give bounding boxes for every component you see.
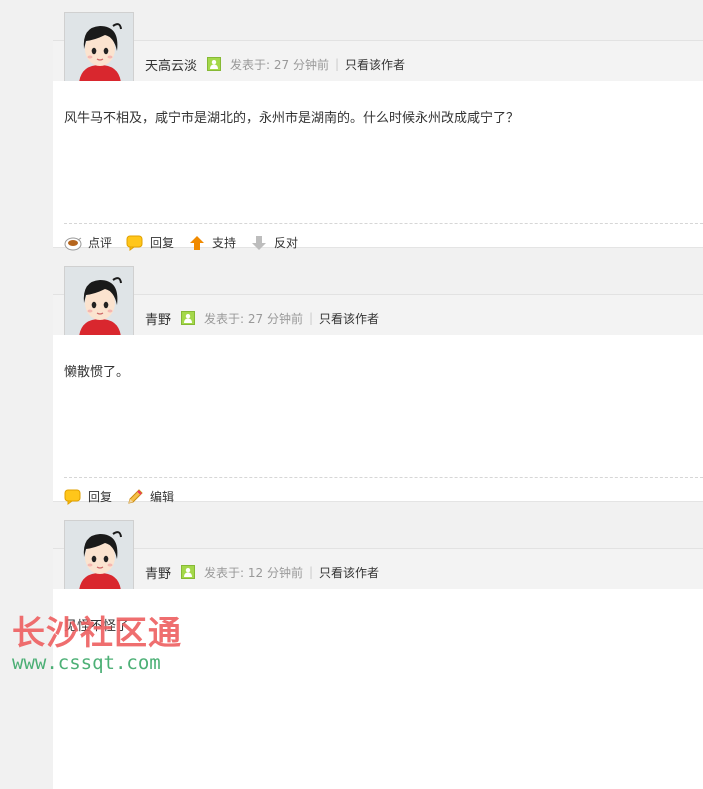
reply-button[interactable]: 回复 — [64, 488, 112, 505]
user-online-icon — [181, 311, 196, 325]
only-author-link[interactable]: 只看该作者 — [319, 564, 379, 581]
edit-button[interactable]: 编辑 — [126, 488, 174, 505]
support-label: 支持 — [212, 236, 237, 250]
oppose-button[interactable]: 反对 — [250, 234, 298, 251]
user-online-icon — [207, 57, 222, 71]
oppose-down-icon — [250, 235, 268, 251]
edit-label: 编辑 — [150, 490, 175, 504]
reply-icon — [126, 235, 144, 251]
author-name[interactable]: 青野 — [145, 563, 171, 582]
meta-separator: | — [334, 57, 340, 71]
avatar[interactable] — [64, 12, 134, 82]
comment-button[interactable]: 点评 — [64, 234, 112, 251]
avatar[interactable] — [64, 520, 134, 590]
reply-label: 回复 — [150, 236, 175, 250]
reply-label: 回复 — [88, 490, 113, 504]
post-actions: 回复 编辑 — [64, 488, 188, 505]
support-up-icon — [188, 235, 206, 251]
user-online-icon — [181, 565, 196, 579]
comment-label: 点评 — [88, 236, 113, 250]
meta-separator: | — [308, 311, 314, 325]
post-body: 懒散惯了。 回复 编辑 — [53, 335, 703, 505]
watermark-title: 长沙社区通 — [12, 613, 182, 652]
oppose-label: 反对 — [274, 236, 299, 250]
post-body: 风牛马不相及，咸宁市是湖北的，永州市是湖南的。什么时候永州改成咸宁了？ 点评 回… — [53, 81, 703, 251]
comment-icon — [64, 235, 82, 251]
site-watermark: 长沙社区通 www.cssqt.com — [12, 614, 222, 680]
support-button[interactable]: 支持 — [188, 234, 236, 251]
only-author-link[interactable]: 只看该作者 — [319, 310, 379, 327]
reply-button[interactable]: 回复 — [126, 234, 174, 251]
only-author-link[interactable]: 只看该作者 — [345, 56, 405, 73]
author-name[interactable]: 天高云淡 — [145, 55, 197, 74]
action-divider — [64, 223, 703, 224]
post-meta: 天高云淡 发表于: 27 分钟前 | 只看该作者 — [145, 55, 405, 74]
avatar[interactable] — [64, 266, 134, 336]
post-time: 发表于: 27 分钟前 — [230, 57, 329, 72]
post-content: 懒散惯了。 — [64, 365, 130, 380]
edit-pencil-icon — [126, 488, 144, 505]
action-divider — [64, 477, 703, 478]
author-name[interactable]: 青野 — [145, 309, 171, 328]
watermark-url: www.cssqt.com — [12, 652, 161, 674]
post-time: 发表于: 27 分钟前 — [204, 311, 303, 326]
post-meta: 青野 发表于: 12 分钟前 | 只看该作者 — [145, 563, 379, 582]
meta-separator: | — [308, 565, 314, 579]
post-time: 发表于: 12 分钟前 — [204, 565, 303, 580]
reply-icon — [64, 489, 82, 505]
post-meta: 青野 发表于: 27 分钟前 | 只看该作者 — [145, 309, 379, 328]
post-actions: 点评 回复 支持 反对 — [64, 234, 312, 251]
post-content: 风牛马不相及，咸宁市是湖北的，永州市是湖南的。什么时候永州改成咸宁了？ — [64, 111, 520, 126]
